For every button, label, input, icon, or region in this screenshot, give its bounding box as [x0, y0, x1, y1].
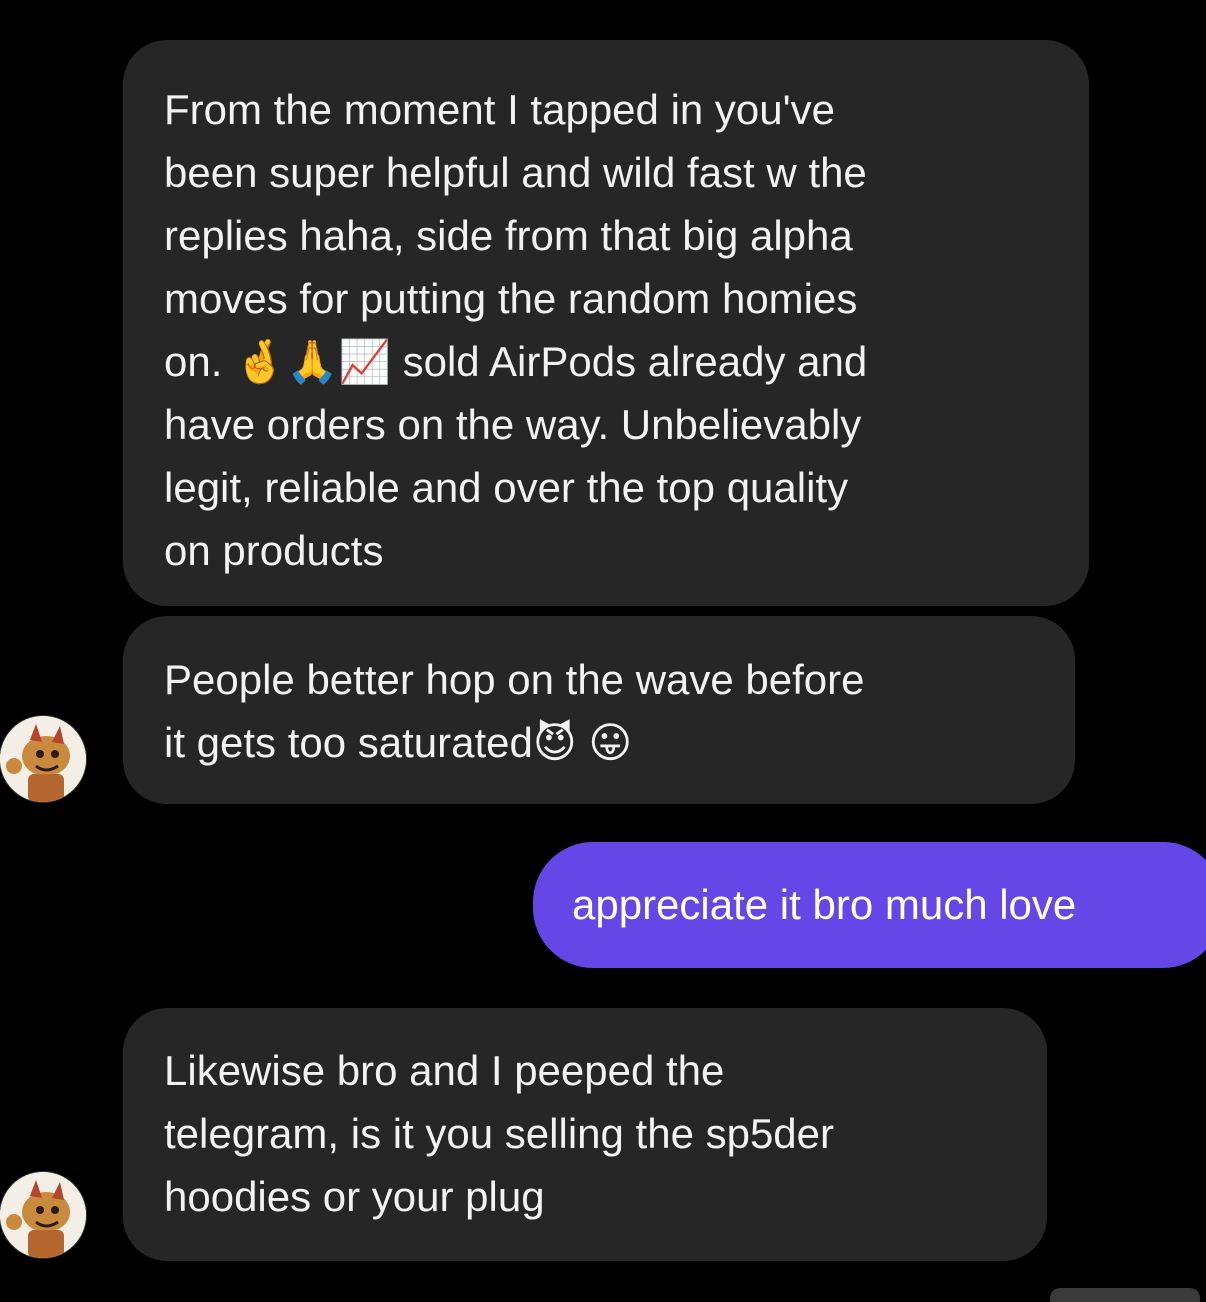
message-text: appreciate it bro much love — [572, 881, 1077, 928]
message-text: People better hop on the wave before it … — [164, 656, 865, 766]
message-bubble-sent[interactable]: appreciate it bro much love — [533, 842, 1206, 968]
message-bubble-received[interactable]: From the moment I tapped in you've been … — [123, 40, 1089, 606]
message-text: From the moment I tapped in you've been … — [164, 86, 868, 574]
avatar-icon[interactable] — [0, 1172, 86, 1258]
message-bubble-received[interactable]: People better hop on the wave before it … — [123, 616, 1075, 804]
message-bubble-received[interactable]: Likewise bro and I peeped the telegram, … — [123, 1008, 1047, 1261]
avatar-icon[interactable] — [0, 716, 86, 802]
message-text: Likewise bro and I peeped the telegram, … — [164, 1047, 835, 1220]
